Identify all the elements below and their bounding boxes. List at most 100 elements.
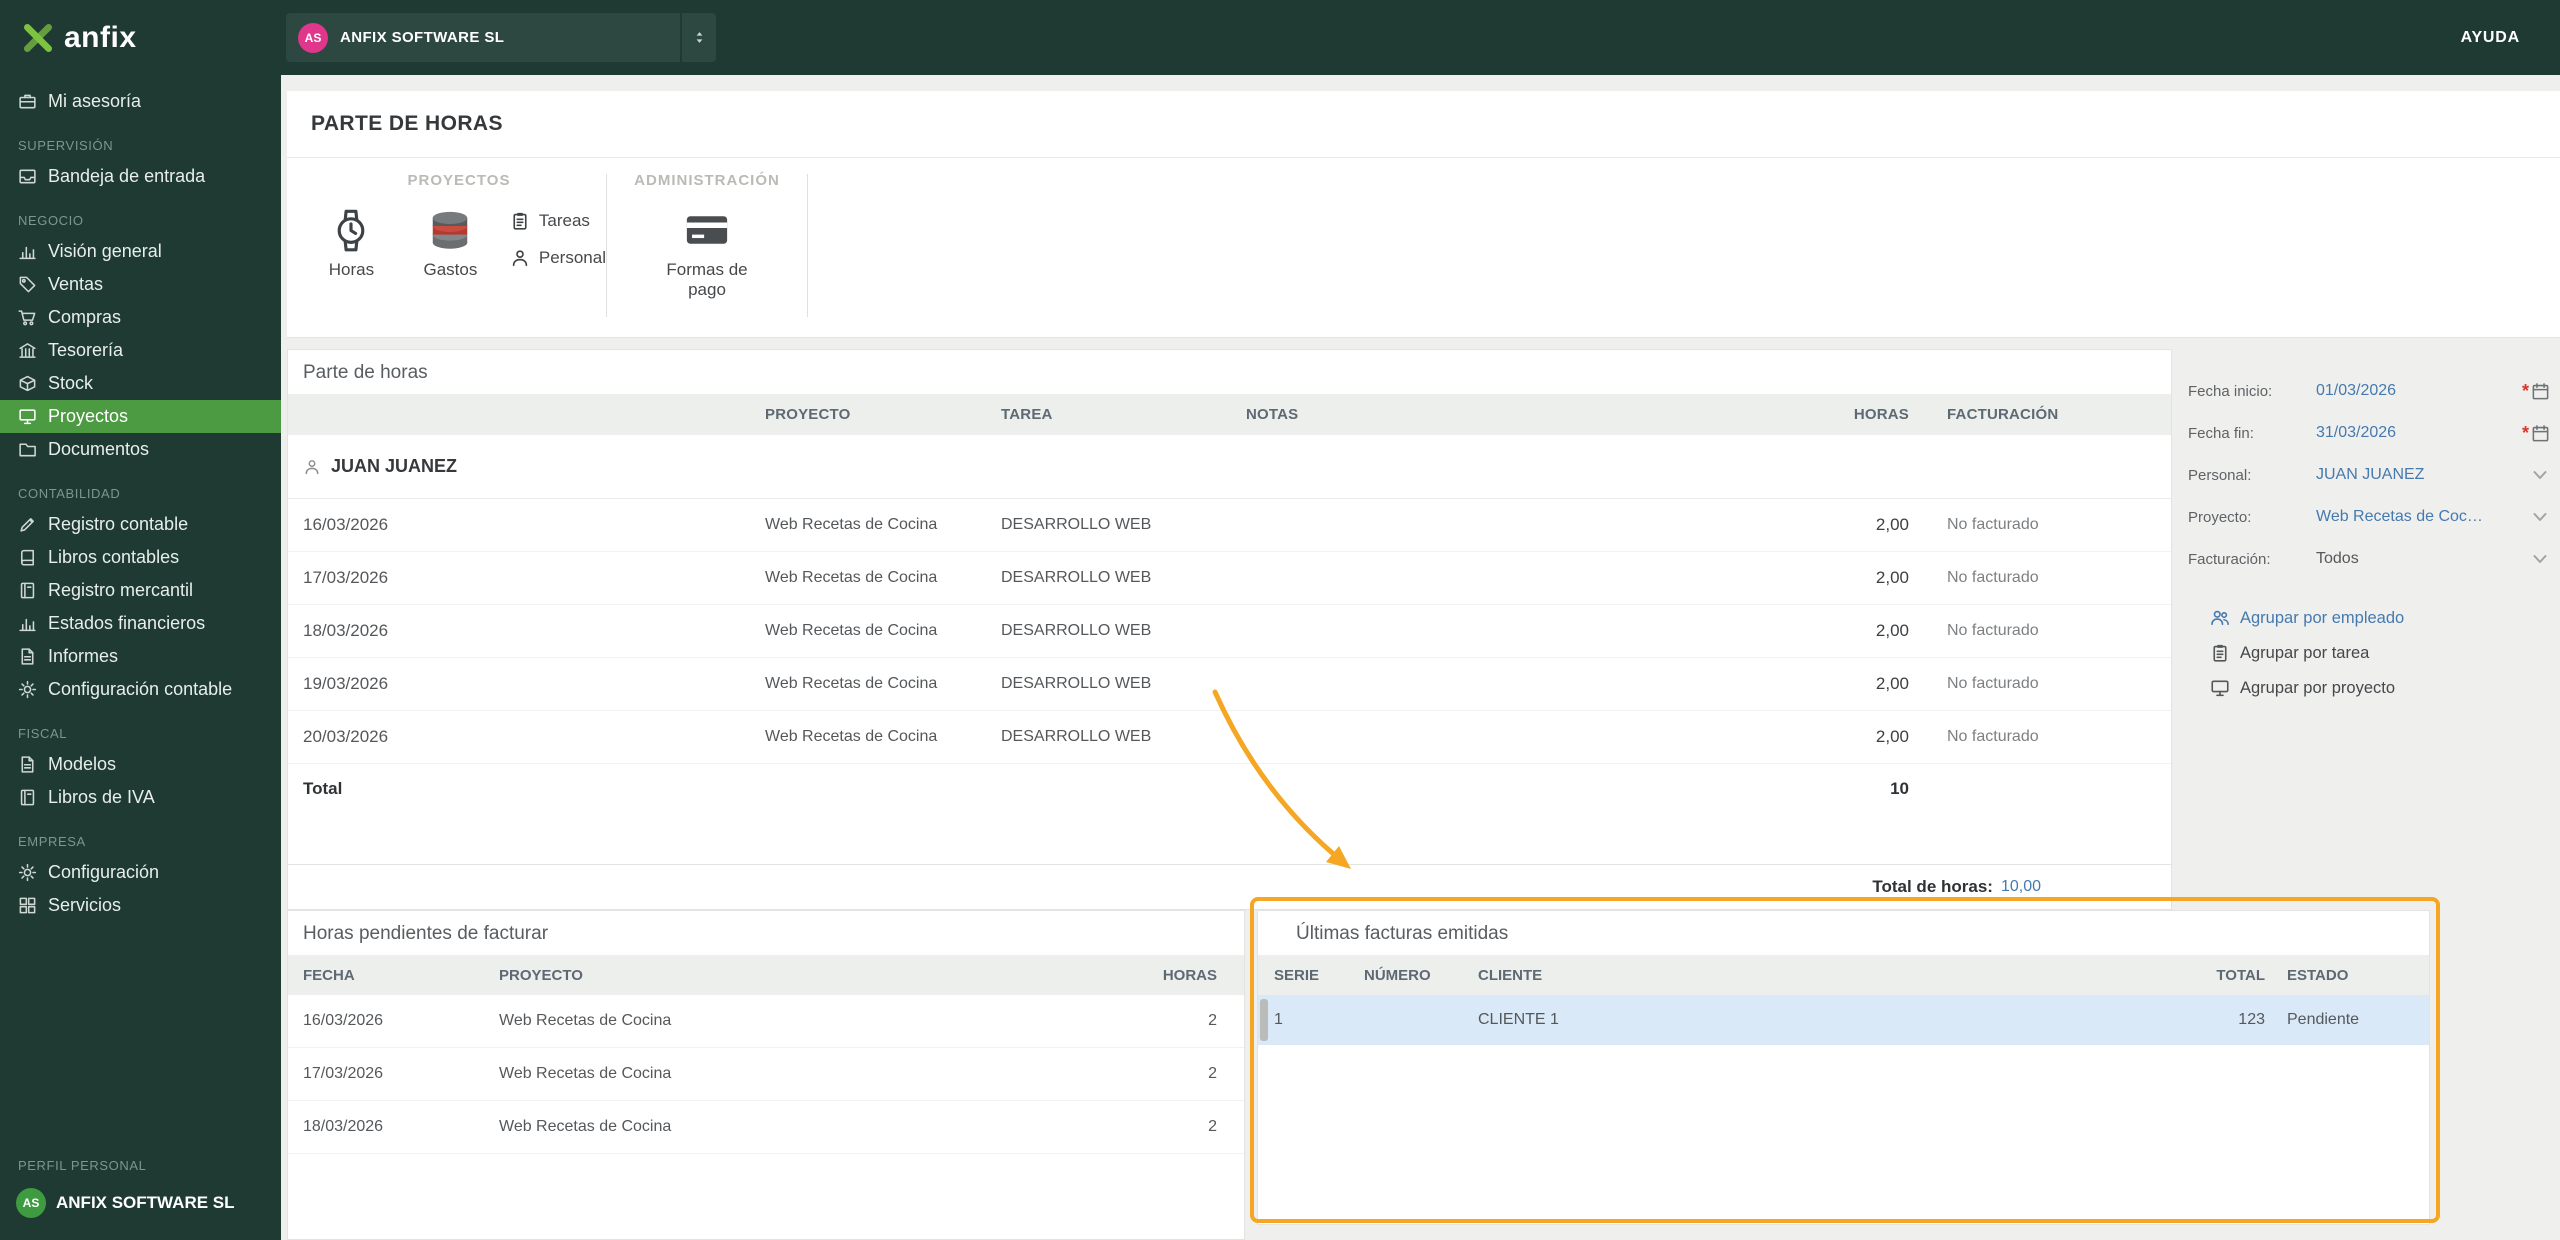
sidebar-item-servicios[interactable]: Servicios [0, 889, 281, 922]
box-icon [18, 374, 37, 393]
pencil-icon [18, 515, 37, 534]
required-asterisk: * [2521, 380, 2529, 401]
total-hours-value: 10 [1890, 779, 1909, 798]
person-icon [510, 248, 530, 268]
last-invoices-panel: Últimas facturas emitidas SERIE NÚMERO C… [1257, 910, 2430, 1225]
sidebar-item-bandeja-de-entrada[interactable]: Bandeja de entrada [0, 160, 281, 193]
filter-facturacion[interactable]: Facturación: Todos [2188, 538, 2560, 580]
help-link[interactable]: AYUDA [2461, 29, 2560, 47]
cart-icon [18, 308, 37, 327]
tool-personal[interactable]: Personal [510, 248, 606, 268]
ribbon-divider [807, 174, 808, 317]
book2-icon [18, 581, 37, 600]
tool-tareas[interactable]: Tareas [510, 211, 606, 231]
sidebar-item-libros-contables[interactable]: Libros contables [0, 541, 281, 574]
pending-hours-panel: Horas pendientes de facturar FECHA PROYE… [287, 910, 1245, 1240]
sidebar-item-modelos[interactable]: Modelos [0, 748, 281, 781]
inbox-icon [18, 167, 37, 186]
col-horas: HORAS [1853, 406, 1909, 423]
chart-icon [18, 614, 37, 633]
chevron-down-icon[interactable] [2530, 465, 2550, 485]
sidebar-section-empresa: EMPRESA [18, 834, 86, 849]
group-link-agrupar-por-tarea[interactable]: Agrupar por tarea [2210, 643, 2560, 663]
grid-icon [18, 896, 37, 915]
invoices-title: Últimas facturas emitidas [1296, 923, 1509, 944]
calendar-icon[interactable] [2531, 382, 2550, 401]
employee-group-row[interactable]: JUAN JUANEZ [288, 435, 2171, 499]
calendar-icon[interactable] [2531, 424, 2550, 443]
pending-row-16-03-2026[interactable]: 16/03/2026 Web Recetas de Cocina 2 [288, 995, 1244, 1048]
sidebar-item-libros-de-iva[interactable]: Libros de IVA [0, 781, 281, 814]
tag-icon [18, 275, 37, 294]
filter-personal[interactable]: Personal: JUAN JUANEZ [2188, 454, 2560, 496]
briefcase-icon [18, 92, 37, 111]
sidebar-item-registro-mercantil[interactable]: Registro mercantil [0, 574, 281, 607]
anfix-logo-icon [22, 22, 54, 54]
ribbon-group-administracion: ADMINISTRACIÓN Formas de pago [607, 158, 807, 337]
sidebar-section-supervision: SUPERVISIÓN [18, 138, 114, 153]
group-link-agrupar-por-empleado[interactable]: Agrupar por empleado [2210, 608, 2560, 628]
tool-horas[interactable]: Horas [312, 207, 391, 280]
invoices-body: 1 CLIENTE 1 123 Pendiente [1258, 995, 2429, 1045]
company-selector[interactable]: AS ANFIX SOFTWARE SL [286, 13, 680, 62]
profile-section-label: PERFIL PERSONAL [18, 1158, 147, 1173]
pending-row-18-03-2026[interactable]: 18/03/2026 Web Recetas de Cocina 2 [288, 1101, 1244, 1154]
company-stepper[interactable] [680, 13, 716, 62]
sidebar-item-mi-asesoria[interactable]: Mi asesoría [0, 85, 281, 118]
sidebar-section-contabilidad: CONTABILIDAD [18, 486, 121, 501]
scrollbar-thumb[interactable] [1260, 999, 1268, 1041]
profile-selector[interactable]: AS ANFIX SOFTWARE SL [0, 1180, 281, 1226]
invoice-row-cliente-1[interactable]: 1 CLIENTE 1 123 Pendiente [1258, 995, 2429, 1045]
col-numero: NÚMERO [1364, 966, 1431, 984]
timesheet-row-19-03-2026[interactable]: 19/03/2026 Web Recetas de Cocina DESARRO… [288, 658, 2171, 711]
tool-formas-de-pago[interactable]: Formas de pago [664, 207, 750, 301]
folder-icon [18, 440, 37, 459]
chevron-down-icon[interactable] [2530, 507, 2550, 527]
clipboard-icon [510, 211, 530, 231]
timesheet-header-row: PROYECTO TAREA NOTAS HORAS FACTURACIÓN [288, 394, 2171, 435]
page-header: PARTE DE HORAS [287, 91, 2560, 158]
sidebar-item-stock[interactable]: Stock [0, 367, 281, 400]
timesheet-grand-total: Total de horas: 10,00 [288, 864, 2171, 909]
ribbon-toolbar: PROYECTOS Horas Gastos Tareas Personal A… [287, 158, 2560, 338]
filter-proyecto[interactable]: Proyecto: Web Recetas de Cocina [2188, 496, 2560, 538]
watch-icon [328, 207, 374, 253]
sidebar-item-registro-contable[interactable]: Registro contable [0, 508, 281, 541]
ribbon-group-label: PROYECTOS [407, 172, 511, 189]
filter-fecha-inicio[interactable]: Fecha inicio: 01/03/2026 * [2188, 370, 2560, 412]
sidebar-item-configuracion[interactable]: Configuración [0, 856, 281, 889]
sidebar-item-proyectos[interactable]: Proyectos [0, 400, 281, 433]
sidebar-item-configuracion-contable[interactable]: Configuración contable [0, 673, 281, 706]
brand-name: anfix [64, 20, 137, 54]
pending-row-17-03-2026[interactable]: 17/03/2026 Web Recetas de Cocina 2 [288, 1048, 1244, 1101]
page-title: PARTE DE HORAS [311, 112, 503, 135]
timesheet-row-18-03-2026[interactable]: 18/03/2026 Web Recetas de Cocina DESARRO… [288, 605, 2171, 658]
sidebar-item-compras[interactable]: Compras [0, 301, 281, 334]
updown-icon [692, 30, 707, 45]
sidebar-item-tesoreria[interactable]: Tesorería [0, 334, 281, 367]
sidebar-item-estados-financieros[interactable]: Estados financieros [0, 607, 281, 640]
sidebar-section-negocio: NEGOCIO [18, 213, 84, 228]
monitor-icon [18, 407, 37, 426]
tool-gastos[interactable]: Gastos [411, 207, 490, 280]
sidebar-item-ventas[interactable]: Ventas [0, 268, 281, 301]
person-icon [303, 458, 321, 476]
main-area: PARTE DE HORAS PROYECTOS Horas Gastos Ta… [281, 75, 2560, 1240]
book-icon [18, 548, 37, 567]
pending-body: 16/03/2026 Web Recetas de Cocina 2 17/03… [288, 995, 1244, 1154]
timesheet-row-20-03-2026[interactable]: 20/03/2026 Web Recetas de Cocina DESARRO… [288, 711, 2171, 764]
col-facturacion: FACTURACIÓN [1947, 406, 2059, 423]
timesheet-row-16-03-2026[interactable]: 16/03/2026 Web Recetas de Cocina DESARRO… [288, 499, 2171, 552]
filter-fecha-fin[interactable]: Fecha fin: 31/03/2026 * [2188, 412, 2560, 454]
bank-icon [18, 341, 37, 360]
sidebar-item-vision-general[interactable]: Visión general [0, 235, 281, 268]
filter-panel: Fecha inicio: 01/03/2026 * Fecha fin: 31… [2188, 370, 2560, 698]
grand-total-value[interactable]: 10,00 [2001, 878, 2041, 896]
sidebar-item-informes[interactable]: Informes [0, 640, 281, 673]
timesheet-row-17-03-2026[interactable]: 17/03/2026 Web Recetas de Cocina DESARRO… [288, 552, 2171, 605]
group-link-agrupar-por-proyecto[interactable]: Agrupar por proyecto [2210, 678, 2560, 698]
invoices-header-row: SERIE NÚMERO CLIENTE TOTAL ESTADO [1258, 955, 2429, 995]
chevron-down-icon[interactable] [2530, 549, 2550, 569]
sidebar-item-documentos[interactable]: Documentos [0, 433, 281, 466]
company-avatar: AS [298, 22, 328, 53]
